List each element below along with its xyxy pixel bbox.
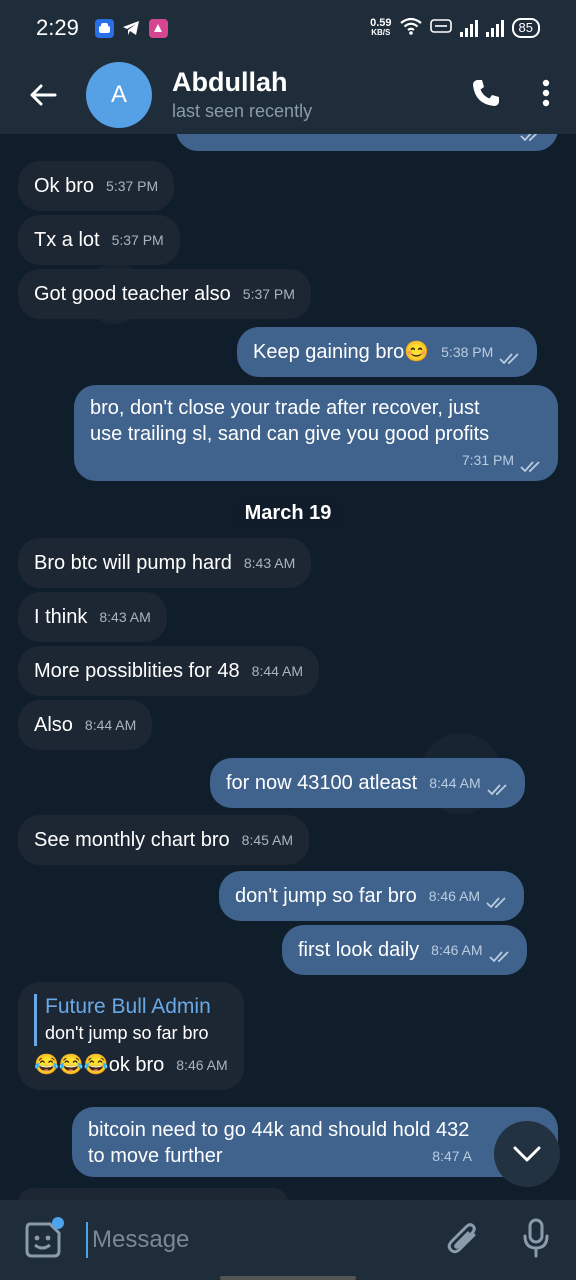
home-indicator [220,1276,356,1280]
message-text: don't jump so far bro [235,885,417,907]
message-bubble-incoming[interactable]: Tx a lot 5:37 PM [18,215,180,265]
message-bubble-incoming[interactable]: Bro btc will pump hard 8:43 AM [18,538,312,588]
app-notification-icon [94,18,114,38]
emoji-sticker-button[interactable] [0,1217,86,1259]
message-text: Ok bro [34,175,95,197]
message-text: Got good teacher also [34,283,231,305]
contact-name: Abdullah [172,67,288,97]
message-list[interactable]: 5:37 PM Ok bro 5:37 PM Tx a lot 5:37 PM Go… [0,134,576,1200]
paperclip-icon [447,1223,476,1254]
attach-button[interactable] [446,1219,480,1261]
header-actions [470,77,576,113]
status-right: 0.59 KB/S 85 [370,16,540,40]
message-text: 😂😂😂ok bro [34,1054,165,1076]
message-bubble-outgoing[interactable]: 5:37 PM [176,134,558,151]
avatar[interactable]: A [86,62,152,128]
double-check-icon [488,951,509,963]
volte-icon [429,16,452,40]
message-bubble-incoming-reply[interactable]: Future Bull Admin don't jump so far bro … [18,982,244,1090]
message-text: See monthly chart bro [34,829,230,851]
message-bubble-outgoing[interactable]: bro, don't close your trade after recove… [74,385,558,481]
notification-dot [52,1217,64,1229]
message-text-line: bro, don't close your trade after recove… [90,397,480,419]
message-bubble-incoming[interactable]: Got good teacher also 5:37 PM [18,269,311,319]
message-time: 8:43 AM [99,609,151,625]
message-composer [0,1200,576,1280]
message-time: 7:31 PM [461,452,514,468]
message-bubble-incoming[interactable]: See monthly chart bro 8:45 AM [18,815,310,865]
message-bubble-incoming[interactable]: More possiblities for 48 8:44 AM [18,646,320,696]
message-time: 8:44 AM [429,775,481,791]
scroll-to-bottom-button[interactable] [494,1121,560,1187]
reply-author: Future Bull Admin [45,995,211,1018]
more-options-button[interactable] [542,79,550,111]
double-check-icon [520,461,540,473]
message-text: Bro btc will pump hard [34,552,232,574]
message-text: More possiblities for 48 [34,660,240,682]
message-bubble-incoming[interactable]: Also 8:44 AM [18,700,153,750]
phone-icon [473,80,499,106]
chat-title-block[interactable]: Abdullah last seen recently [172,66,312,124]
double-check-icon [499,353,519,365]
back-button[interactable] [0,83,86,107]
status-time: 2:29 [36,15,79,40]
signal-icon-2 [485,19,504,37]
message-time: 8:47 A [432,1148,472,1164]
more-vertical-icon [542,79,550,107]
message-bubble-outgoing[interactable]: Keep gaining bro😊 5:38 PM [237,327,538,377]
message-text: first look daily [298,939,420,961]
message-time: 5:38 PM [441,344,494,360]
message-time: 5:37 PM [242,286,295,302]
call-button[interactable] [470,77,502,113]
message-bubble-outgoing[interactable]: bitcoin need to go 44k and should hold 4… [72,1107,558,1177]
status-app-icons [94,18,168,38]
message-text-line: bitcoin need to go 44k and should hold 4… [88,1119,470,1141]
message-bubble-incoming[interactable]: I think 8:43 AM [18,592,167,642]
message-bubble-incoming[interactable]: Ok bro 5:37 PM [18,161,175,211]
message-time: 8:44 AM [251,663,304,679]
message-time: 5:37 PM [106,178,159,194]
message-time: 8:46 AM [431,942,483,958]
message-time: 8:46 AM [176,1057,228,1073]
message-text-line: to move further [88,1145,223,1167]
double-check-icon [486,897,506,909]
net-speed: 0.59 KB/S [370,17,392,38]
message-time: 5:37 PM [462,134,514,142]
message-bubble-outgoing[interactable]: for now 43100 atleast 8:44 AM [210,758,525,808]
message-input[interactable] [86,1222,446,1258]
message-text: Tx a lot [34,229,100,251]
message-time: 5:37 PM [111,232,164,248]
battery-indicator: 85 [511,18,540,38]
reply-quote[interactable]: Future Bull Admin don't jump so far bro [34,994,228,1046]
message-text-line: use trailing sl, sand can give you good … [90,423,490,445]
status-bar: 2:29 0.59 KB/S 85 [0,0,576,56]
message-time: 8:46 AM [428,888,481,904]
telegram-icon [122,19,141,38]
message-time: 8:43 AM [243,555,296,571]
message-text: for now 43100 atleast [226,772,418,794]
chevron-down-icon [513,1146,541,1162]
double-check-icon [520,134,538,142]
voice-record-button[interactable] [522,1218,550,1262]
reply-text: don't jump so far bro [45,1023,209,1043]
signal-icon-1 [459,19,478,37]
message-bubble-outgoing[interactable]: first look daily 8:46 AM [282,925,527,975]
message-text: Keep gaining bro😊 [253,341,430,363]
chat-header: A Abdullah last seen recently [0,56,576,134]
message-text: Also [34,714,73,736]
date-separator: March 19 [232,498,344,529]
arrow-left-icon [30,84,57,106]
message-text: I think [34,606,88,628]
message-bubble-incoming-partial[interactable] [18,1188,288,1200]
message-time: 8:44 AM [84,717,137,733]
shortcut-app-icon [148,18,168,38]
double-check-icon [486,784,507,796]
composer-actions [446,1218,576,1262]
message-time: 8:45 AM [241,832,294,848]
message-bubble-outgoing[interactable]: don't jump so far bro 8:46 AM [219,871,525,921]
microphone-icon [523,1218,549,1258]
last-seen-status: last seen recently [172,101,313,121]
wifi-icon [399,16,422,40]
